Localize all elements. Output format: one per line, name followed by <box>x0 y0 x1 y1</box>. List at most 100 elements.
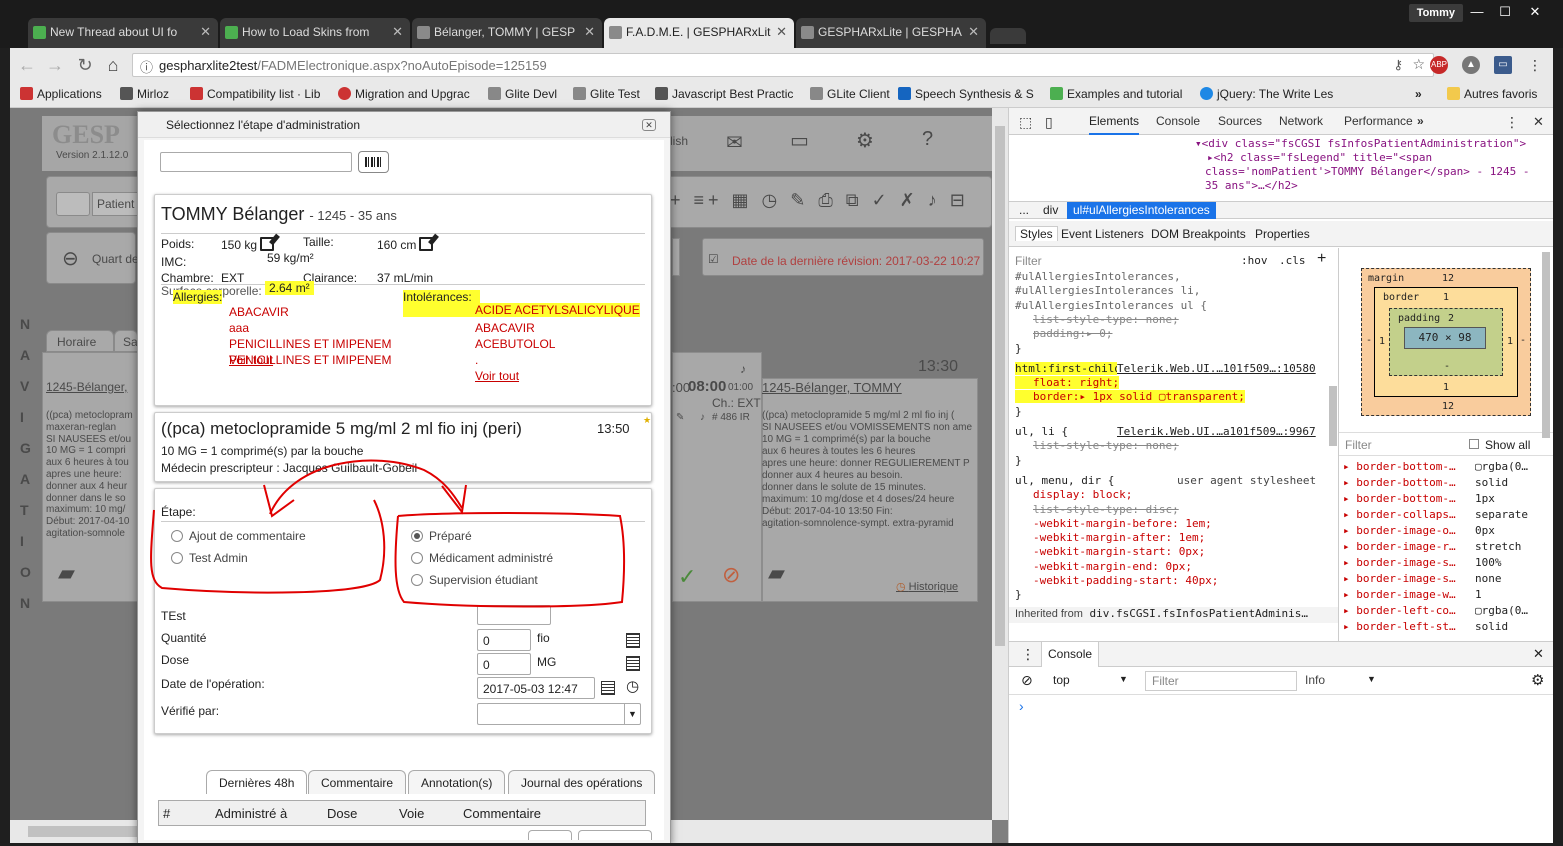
crumb[interactable]: div <box>1043 203 1058 217</box>
menu-icon[interactable]: ⋮ <box>1526 56 1544 74</box>
gear-icon[interactable]: ⚙ <box>856 128 874 153</box>
history-tab[interactable]: Journal des opérations <box>508 770 656 794</box>
minimize-icon[interactable]: — <box>1462 2 1492 22</box>
bookmark-item[interactable]: Migration and Upgrac <box>338 87 470 101</box>
browser-tab-4[interactable]: F.A.D.M.E. | GESPHARxLit ✕ <box>604 18 794 48</box>
cancel-circle-icon[interactable]: ⊘ <box>722 562 740 588</box>
bookmark-item[interactable]: jQuery: The Write Les <box>1200 87 1333 101</box>
bookmark-item[interactable]: Mirloz <box>120 87 169 101</box>
bookmarks-overflow-button[interactable]: » <box>1415 87 1422 101</box>
forward-icon[interactable]: → <box>44 54 66 76</box>
bookmark-other[interactable]: Autres favoris <box>1447 87 1537 101</box>
bookmark-item[interactable]: GLite Client <box>810 87 890 101</box>
context-selector[interactable]: top <box>1053 673 1070 687</box>
gear-icon[interactable]: ⚙ <box>1531 671 1544 689</box>
show-all-checkbox[interactable] <box>1469 439 1479 449</box>
clear-console-icon[interactable]: ⊘ <box>1021 672 1033 689</box>
close-tab-icon[interactable]: ✕ <box>392 24 403 40</box>
radio-button[interactable] <box>411 530 423 542</box>
computed-row[interactable]: ▸ border-image-o… 0px <box>1343 524 1541 540</box>
bookmark-item[interactable]: Compatibility list · Lib <box>190 87 320 101</box>
barcode-input[interactable] <box>160 152 352 172</box>
log-level-selector[interactable]: Info <box>1305 673 1325 687</box>
check-icon[interactable]: ✓ <box>678 564 696 590</box>
key-icon[interactable]: ⚷ <box>1393 57 1403 73</box>
history-tab[interactable]: Annotation(s) <box>408 770 506 794</box>
dom-tree[interactable]: ▾<div class="fsCGSI fsInfosPatientAdmini… <box>1009 135 1554 201</box>
subtab-dom-breakpoints[interactable]: DOM Breakpoints <box>1151 227 1246 241</box>
bookmark-item[interactable]: Javascript Best Practic <box>655 87 793 101</box>
historique-link[interactable]: ◷ Historique <box>896 580 958 593</box>
date-input[interactable]: 2017-05-03 12:47 <box>477 677 595 699</box>
computed-filter-input[interactable]: Filter <box>1345 438 1372 452</box>
styles-filter-input[interactable]: Filter <box>1015 254 1042 268</box>
cast-icon[interactable]: ▭ <box>1494 56 1512 74</box>
radio-button[interactable] <box>411 552 423 564</box>
scrollbar-thumb[interactable] <box>995 126 1005 646</box>
quantite-input[interactable]: 0 <box>477 629 531 651</box>
language-link[interactable]: lish <box>670 134 688 148</box>
devtools-menu-icon[interactable]: ⋮ <box>1505 114 1519 131</box>
ok-button[interactable] <box>528 830 572 840</box>
etape-option[interactable]: Supervision étudiant <box>411 573 611 589</box>
dom-line[interactable]: 35 ans">…</h2> <box>1205 179 1298 192</box>
edit-icon[interactable] <box>260 237 275 251</box>
computed-row[interactable]: ▸ border-image-s… 100% <box>1343 556 1541 572</box>
close-window-icon[interactable]: ✕ <box>1520 2 1550 22</box>
tab-horaire[interactable]: Horaire <box>46 330 114 352</box>
monitor-icon[interactable]: ▭ <box>790 128 809 153</box>
verifie-select[interactable]: ▼ <box>477 703 641 725</box>
dom-line[interactable]: ▾<div class="fsCGSI fsInfosPatientAdmini… <box>1195 137 1526 150</box>
close-tab-icon[interactable]: ✕ <box>584 24 595 40</box>
test-input[interactable] <box>477 605 551 625</box>
chevron-down-icon[interactable]: ▼ <box>624 704 640 724</box>
computed-scrollbar[interactable] <box>1542 252 1550 438</box>
barcode-scan-icon[interactable] <box>358 151 389 173</box>
history-tab[interactable]: Commentaire <box>308 770 407 794</box>
dialog-close-icon[interactable]: ✕ <box>642 119 656 131</box>
crumb[interactable]: ... <box>1019 203 1029 217</box>
browser-tab-5[interactable]: GESPHARxLite | GESPHA ✕ <box>796 18 986 48</box>
maximize-icon[interactable]: ☐ <box>1490 2 1520 22</box>
tab-sa[interactable]: Sa <box>114 330 138 352</box>
inspect-icon[interactable]: ⬚ <box>1019 114 1032 131</box>
book-icon[interactable]: ▰ <box>58 560 75 586</box>
more-tabs-button[interactable]: » <box>1417 114 1424 128</box>
card-left-title[interactable]: 1245-Bélanger, <box>46 380 127 394</box>
close-devtools-icon[interactable]: ✕ <box>1533 114 1544 130</box>
etape-option[interactable]: Médicament administré <box>411 551 611 567</box>
calculator-icon[interactable] <box>626 656 640 671</box>
device-icon[interactable]: ▯ <box>1045 114 1053 131</box>
patient-button[interactable]: Patient <box>92 192 142 216</box>
bookmark-item[interactable]: Speech Synthesis & S <box>898 87 1034 101</box>
calculator-icon[interactable] <box>626 633 640 648</box>
bookmark-item[interactable]: Glite Test <box>573 87 640 101</box>
computed-row[interactable]: ▸ border-left-co… ▢rgba(0… <box>1343 604 1541 620</box>
cancel-button[interactable] <box>578 830 652 840</box>
reload-icon[interactable]: ↻ <box>74 54 96 76</box>
app-vertical-scrollbar[interactable] <box>992 108 1008 820</box>
info-icon[interactable]: ⓘ <box>140 57 153 76</box>
browser-tab-1[interactable]: New Thread about UI fo ✕ <box>28 18 218 48</box>
mail-icon[interactable]: ✉ <box>726 130 743 155</box>
styles-scrollbar[interactable] <box>1329 386 1337 446</box>
bookmark-item[interactable]: Glite Devl <box>488 87 557 101</box>
back-circle-icon[interactable]: ⊖ <box>62 246 79 271</box>
pencil-icon[interactable]: ✎ <box>676 412 684 423</box>
radio-button[interactable] <box>171 552 183 564</box>
tab-elements[interactable]: Elements <box>1089 114 1140 135</box>
address-bar[interactable]: ⓘ gespharxlite2test/FADMElectronique.asp… <box>132 53 1434 77</box>
calendar-icon[interactable] <box>601 681 615 695</box>
extension-icon[interactable]: ▲ <box>1462 56 1480 74</box>
console-drawer-tab[interactable]: Console <box>1041 642 1100 667</box>
etape-option[interactable]: Préparé <box>411 529 611 545</box>
star-icon[interactable]: ☆ <box>1412 56 1425 73</box>
radio-button[interactable] <box>411 574 423 586</box>
new-tab-button[interactable] <box>990 28 1026 44</box>
chevron-down-icon[interactable]: ▼ <box>1119 674 1128 684</box>
etape-option[interactable]: Test Admin <box>171 551 371 567</box>
cls-toggle[interactable]: .cls <box>1279 254 1306 267</box>
close-tab-icon[interactable]: ✕ <box>968 24 979 40</box>
tab-sources[interactable]: Sources <box>1218 114 1262 128</box>
card-right-title[interactable]: 1245-Bélanger, TOMMY <box>762 380 902 395</box>
